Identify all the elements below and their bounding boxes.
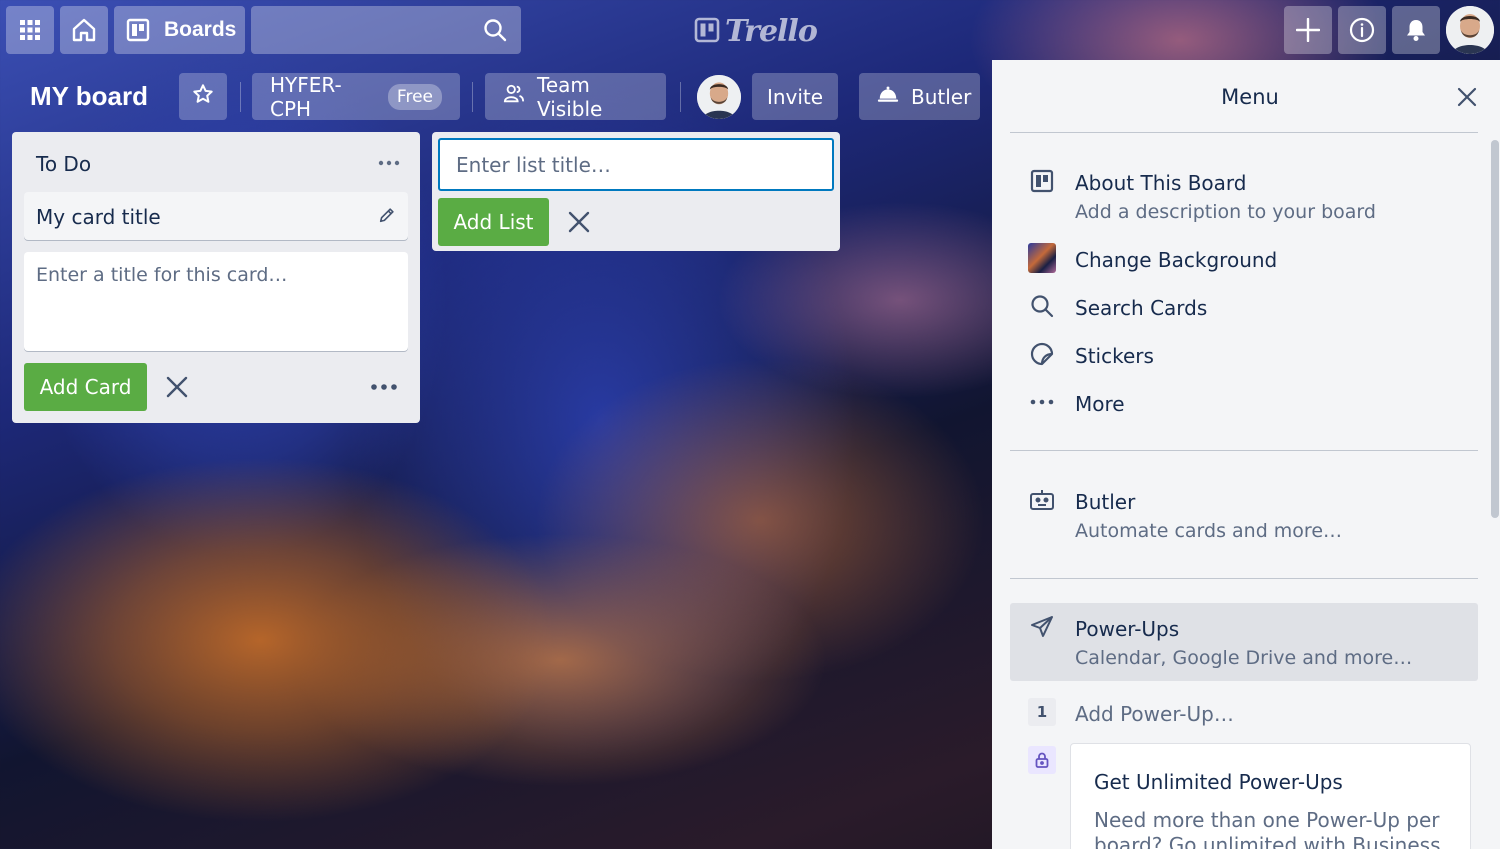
menu-item-label: Stickers (1075, 344, 1154, 368)
menu-item-label: More (1075, 392, 1125, 416)
logo-text: Trello (725, 14, 818, 49)
menu-item-search-cards[interactable]: Search Cards (1010, 292, 1478, 324)
star-icon (192, 83, 214, 110)
more-icon (1028, 388, 1056, 416)
visibility-button[interactable]: Team Visible (485, 72, 666, 121)
plus-icon (1296, 18, 1320, 42)
lock-icon (1028, 746, 1056, 774)
more-icon (378, 150, 400, 171)
menu-item-label: Change Background (1075, 248, 1278, 272)
team-visibility-icon (503, 83, 537, 110)
background-thumbnail (1028, 243, 1056, 273)
trello-logo-icon (694, 17, 720, 47)
list-title[interactable]: To Do (36, 152, 91, 176)
info-icon (1349, 17, 1375, 43)
upsell-title: Get Unlimited Power-Ups (1094, 770, 1343, 794)
card[interactable]: My card title (24, 192, 408, 240)
add-list-button[interactable]: Add List (438, 198, 549, 246)
board-title[interactable]: MY board (30, 81, 148, 112)
create-button[interactable] (1284, 6, 1332, 54)
menu-item-label: Butler (1075, 490, 1136, 514)
apps-grid-icon (19, 19, 41, 41)
menu-item-stickers[interactable]: Stickers (1010, 340, 1478, 372)
board-icon (126, 18, 150, 42)
butler-button[interactable]: Butler (859, 73, 980, 120)
search-icon (1028, 292, 1056, 320)
menu-item-label: Add Power-Up… (1075, 702, 1234, 726)
upsell-text: Need more than one Power-Up per board? G… (1094, 808, 1441, 849)
board-icon (1028, 167, 1056, 195)
team-name: HYFER-CPH (270, 72, 342, 121)
boards-button[interactable]: Boards (114, 6, 245, 54)
butler-bell-icon (877, 84, 911, 109)
menu-item-butler[interactable]: Butler Automate cards and more… (1010, 486, 1478, 546)
plan-badge: Free (387, 83, 442, 110)
menu-item-label: Power-Ups (1075, 617, 1180, 641)
list-to-do: To Do My card title Add Card (12, 132, 420, 423)
home-button[interactable] (60, 6, 108, 54)
menu-item-change-background[interactable]: Change Background (1010, 243, 1478, 276)
menu-scrollbar[interactable] (1491, 140, 1499, 518)
add-card-label: Add Card (39, 375, 132, 399)
apps-button[interactable] (6, 6, 54, 54)
star-board-button[interactable] (179, 73, 227, 120)
menu-item-power-ups[interactable]: Power-Ups Calendar, Google Drive and mor… (1010, 603, 1478, 681)
bell-icon (1405, 18, 1427, 42)
card-title-textarea[interactable] (24, 252, 408, 351)
close-icon[interactable] (1457, 87, 1477, 111)
search-input[interactable] (251, 6, 521, 54)
card-title: My card title (36, 205, 161, 229)
menu-divider (1010, 450, 1478, 451)
list-title-input[interactable] (438, 138, 834, 191)
notifications-button[interactable] (1392, 6, 1440, 54)
visibility-label: Team Visible (537, 72, 603, 121)
user-avatar[interactable] (1446, 6, 1494, 54)
butler-label: Butler (911, 84, 972, 109)
rocket-icon (1028, 613, 1056, 641)
menu-divider (1010, 132, 1478, 133)
add-list-label: Add List (453, 210, 534, 234)
robot-icon (1028, 486, 1056, 514)
close-icon[interactable] (568, 211, 590, 237)
trello-logo[interactable]: Trello (694, 14, 818, 49)
invite-button[interactable]: Invite (752, 73, 838, 120)
menu-item-label: About This Board (1075, 171, 1247, 195)
menu-item-more[interactable]: More (1010, 388, 1478, 420)
more-icon (370, 372, 398, 397)
menu-item-add-power-up[interactable]: 1 Add Power-Up… (1010, 698, 1478, 730)
list-menu-button[interactable] (378, 150, 400, 171)
team-button[interactable]: HYFER-CPH Free (252, 72, 460, 121)
header-divider (680, 82, 681, 112)
menu-item-description: Calendar, Google Drive and more… (1075, 647, 1413, 669)
power-up-count-badge: 1 (1028, 698, 1056, 726)
boards-label: Boards (164, 18, 237, 41)
pencil-icon[interactable] (378, 206, 396, 228)
menu-divider (1010, 578, 1478, 579)
composer-options-button[interactable] (370, 372, 398, 397)
top-navigation-bar: Boards Trello (0, 0, 1500, 60)
invite-label: Invite (766, 84, 824, 109)
info-button[interactable] (1338, 6, 1386, 54)
board-member-avatar[interactable] (697, 75, 741, 119)
close-icon[interactable] (166, 376, 188, 402)
unlimited-power-ups-card[interactable]: Get Unlimited Power-Ups Need more than o… (1070, 743, 1471, 849)
menu-title: Menu (1221, 85, 1279, 109)
menu-item-description: Automate cards and more… (1075, 520, 1343, 542)
add-list-form: Add List (432, 132, 840, 251)
menu-item-about-board[interactable]: About This Board Add a description to yo… (1010, 167, 1478, 227)
menu-item-label: Search Cards (1075, 296, 1208, 320)
sticker-icon (1028, 340, 1056, 368)
board-menu-panel: Menu About This Board Add a description … (992, 60, 1500, 849)
header-divider (472, 82, 473, 112)
home-icon (71, 17, 97, 43)
header-divider (240, 82, 241, 112)
menu-item-description: Add a description to your board (1075, 201, 1376, 223)
power-up-count: 1 (1028, 698, 1056, 726)
search-icon (483, 18, 507, 42)
add-card-button[interactable]: Add Card (24, 363, 147, 411)
